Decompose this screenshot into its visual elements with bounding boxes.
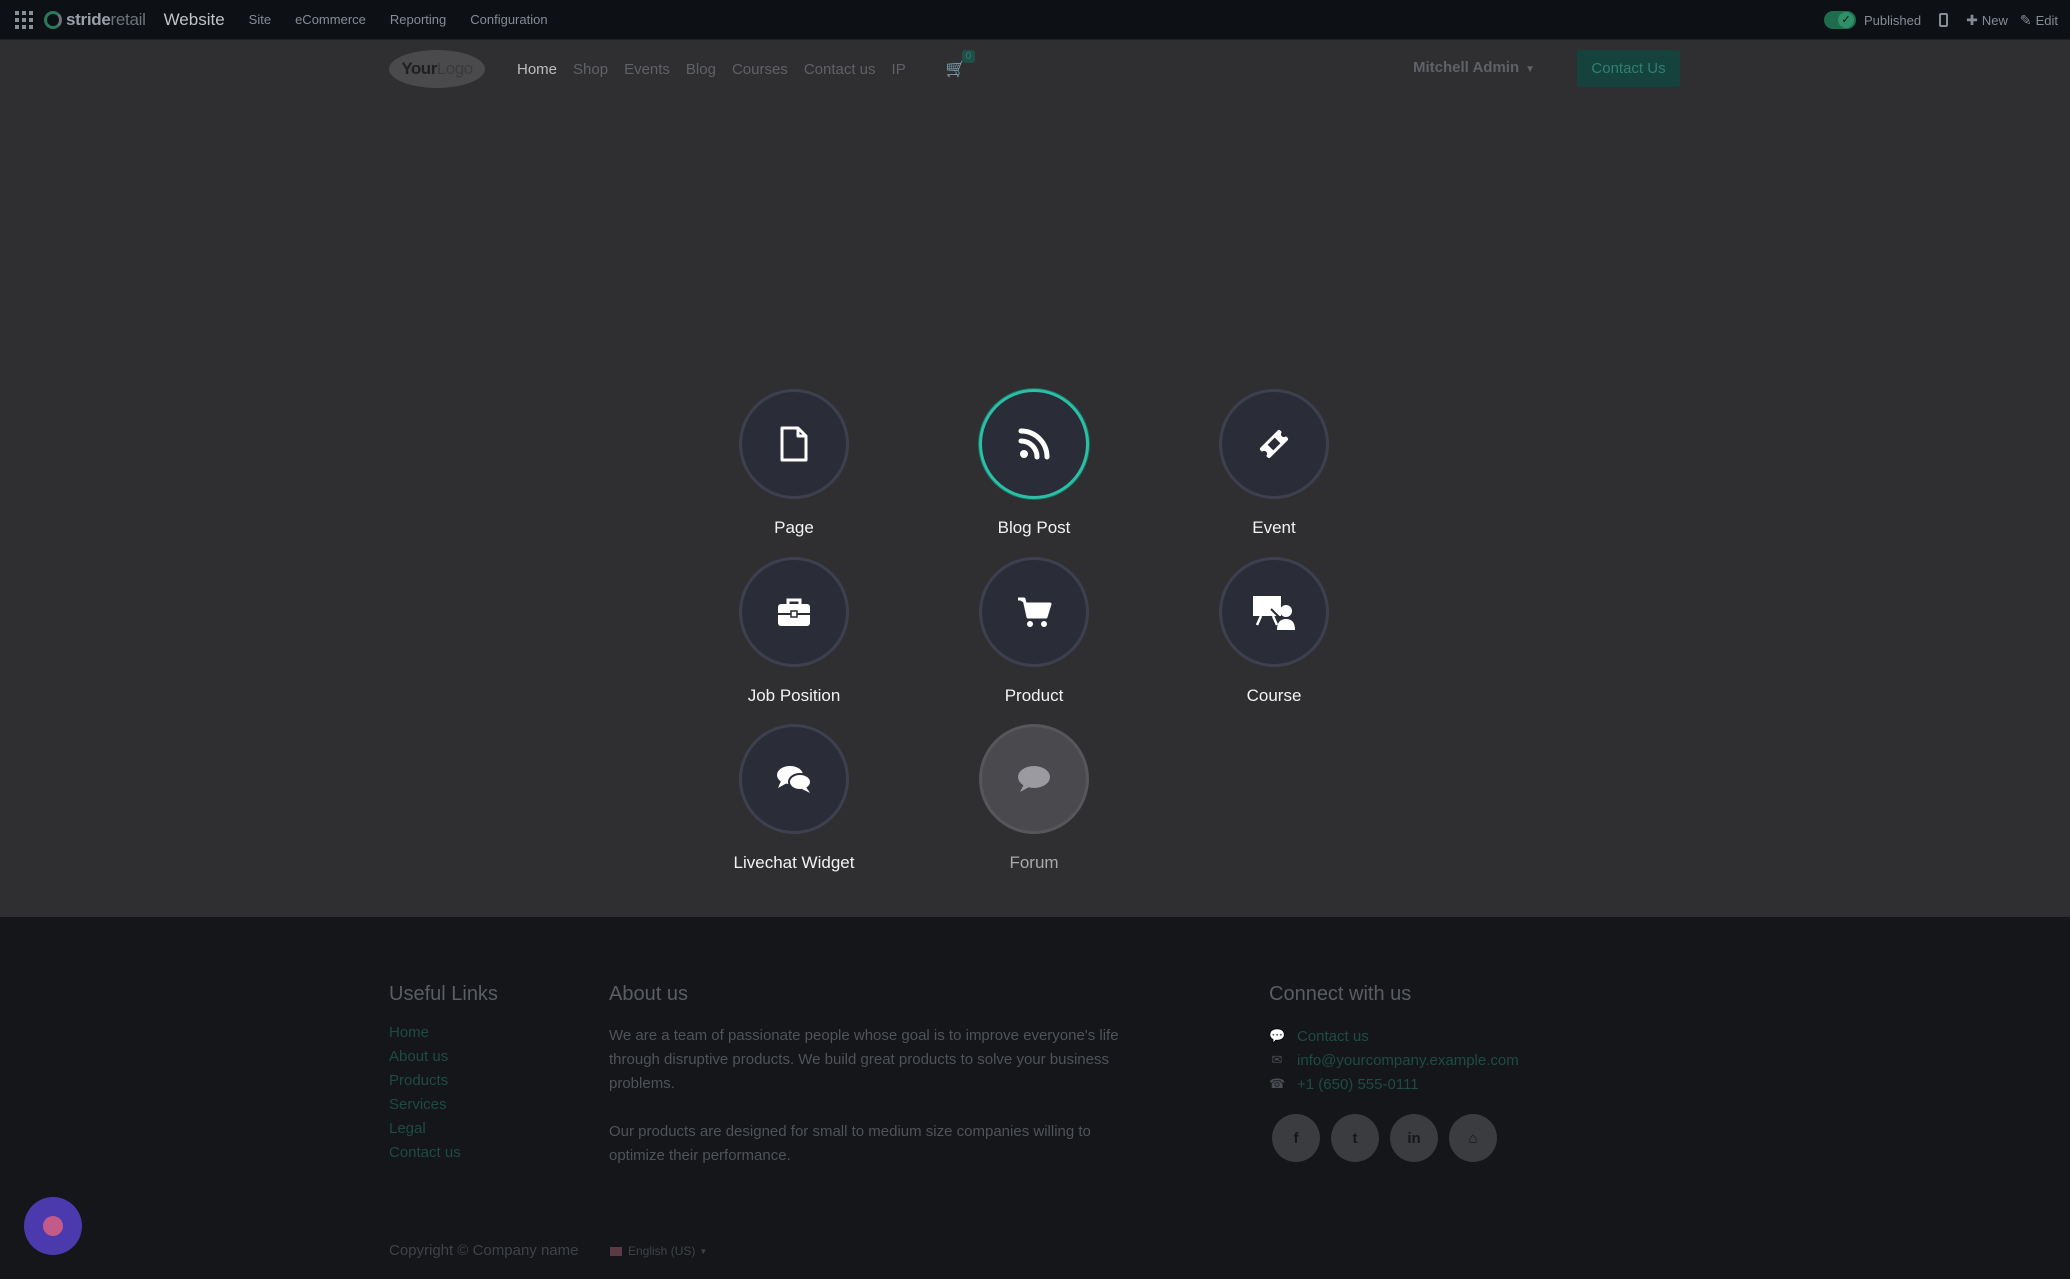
briefcase-icon bbox=[778, 598, 810, 626]
about-us-column: About us We are a team of passionate peo… bbox=[609, 983, 1137, 1192]
nav-ip[interactable]: IP bbox=[892, 61, 906, 78]
nav-home[interactable]: Home bbox=[517, 61, 557, 78]
top-right-actions: Published ✚ New ✎ Edit bbox=[1824, 0, 2070, 40]
footer-link-legal[interactable]: Legal bbox=[389, 1120, 498, 1144]
top-menu-ecommerce[interactable]: eCommerce bbox=[295, 12, 366, 27]
site-header: Your Logo Home Shop Events Blog Courses C… bbox=[0, 40, 2070, 98]
site-footer: Useful Links Home About us Products Serv… bbox=[0, 917, 2070, 1279]
nav-courses[interactable]: Courses bbox=[732, 61, 788, 78]
published-toggle[interactable] bbox=[1824, 11, 1856, 29]
header-contact-button[interactable]: Contact Us bbox=[1577, 50, 1680, 87]
footer-link-contact-us[interactable]: Contact us bbox=[389, 1144, 498, 1168]
comment-icon bbox=[1018, 766, 1050, 792]
option-label: Forum bbox=[1009, 853, 1059, 872]
about-paragraph-1: We are a team of passionate people whose… bbox=[609, 1027, 1119, 1092]
facebook-icon[interactable]: f bbox=[1272, 1114, 1320, 1162]
cart-icon bbox=[1018, 597, 1052, 627]
mobile-preview-icon[interactable] bbox=[1939, 13, 1949, 27]
copyright-text: Copyright © Company name bbox=[389, 1242, 579, 1259]
cart-count-badge: 0 bbox=[961, 50, 976, 63]
contact-row[interactable]: 💬 Contact us bbox=[1269, 1024, 1519, 1048]
published-label: Published bbox=[1864, 12, 1922, 28]
cart-link[interactable]: 🛒 0 bbox=[945, 50, 976, 79]
footer-link-products[interactable]: Products bbox=[389, 1072, 498, 1096]
top-menu-reporting[interactable]: Reporting bbox=[390, 12, 446, 27]
module-title[interactable]: Website bbox=[164, 10, 225, 30]
option-event[interactable]: Event bbox=[1174, 389, 1374, 538]
twitter-icon[interactable]: t bbox=[1331, 1114, 1379, 1162]
nav-blog[interactable]: Blog bbox=[686, 61, 716, 78]
footer-link-home[interactable]: Home bbox=[389, 1024, 498, 1048]
nav-contact-us[interactable]: Contact us bbox=[804, 61, 876, 78]
flag-icon bbox=[610, 1246, 622, 1256]
rss-icon bbox=[1018, 428, 1050, 460]
option-blog-post[interactable]: Blog Post bbox=[934, 389, 1134, 538]
footer-link-services[interactable]: Services bbox=[389, 1096, 498, 1120]
option-label: Event bbox=[1252, 518, 1296, 537]
brand-mark-icon bbox=[44, 10, 62, 29]
ticket-icon bbox=[1259, 429, 1289, 459]
useful-links-title: Useful Links bbox=[389, 983, 498, 1005]
top-menu: Site eCommerce Reporting Configuration bbox=[237, 12, 560, 27]
comment-icon: 💬 bbox=[1269, 1028, 1286, 1043]
plus-icon: ✚ bbox=[1966, 11, 1978, 28]
connect-title: Connect with us bbox=[1269, 983, 1412, 1005]
phone-icon: ☎ bbox=[1269, 1076, 1286, 1091]
footer-link-about-us[interactable]: About us bbox=[389, 1048, 498, 1072]
language-selector[interactable]: English (US) ▼ bbox=[610, 1244, 707, 1258]
top-menu-configuration[interactable]: Configuration bbox=[470, 12, 547, 27]
option-livechat-widget[interactable]: Livechat Widget bbox=[694, 724, 894, 873]
option-label: Product bbox=[1004, 686, 1064, 705]
phone-row[interactable]: ☎ +1 (650) 555-0111 bbox=[1269, 1072, 1519, 1096]
option-product[interactable]: Product bbox=[934, 557, 1134, 706]
file-icon bbox=[780, 426, 808, 462]
option-course[interactable]: Course bbox=[1174, 557, 1374, 706]
about-us-title: About us bbox=[609, 983, 688, 1005]
presentation-icon bbox=[1253, 596, 1295, 630]
new-content-dialog: Page Blog Post Event Job Position Produc… bbox=[0, 98, 2070, 917]
livechat-button[interactable] bbox=[24, 1197, 82, 1255]
option-forum[interactable]: Forum bbox=[934, 724, 1134, 873]
nav-shop[interactable]: Shop bbox=[573, 61, 608, 78]
edit-button[interactable]: ✎ Edit bbox=[2020, 12, 2058, 29]
option-label: Livechat Widget bbox=[733, 853, 855, 872]
about-paragraph-2: Our products are designed for small to m… bbox=[609, 1123, 1091, 1164]
caret-down-icon: ▼ bbox=[1525, 64, 1536, 75]
option-job-position[interactable]: Job Position bbox=[694, 557, 894, 706]
connect-column: Connect with us 💬 Contact us ✉ info@your… bbox=[1269, 983, 1519, 1162]
useful-links-column: Useful Links Home About us Products Serv… bbox=[389, 983, 498, 1168]
option-label: Course bbox=[1246, 686, 1302, 705]
caret-down-icon: ▼ bbox=[699, 1246, 708, 1256]
option-label: Page bbox=[774, 518, 814, 537]
social-links: f t in ⌂ bbox=[1272, 1114, 1519, 1162]
option-label: Job Position bbox=[747, 686, 841, 705]
home-icon[interactable]: ⌂ bbox=[1449, 1114, 1497, 1162]
envelope-icon: ✉ bbox=[1271, 1052, 1283, 1067]
user-menu[interactable]: Mitchell Admin ▼ bbox=[1413, 59, 1535, 76]
site-logo[interactable]: Your Logo bbox=[389, 50, 485, 88]
option-label: Blog Post bbox=[997, 518, 1071, 537]
comments-icon bbox=[777, 766, 812, 793]
admin-navbar: strideretail Website Site eCommerce Repo… bbox=[0, 0, 2070, 40]
email-row[interactable]: ✉ info@yourcompany.example.com bbox=[1269, 1048, 1519, 1072]
new-button[interactable]: ✚ New bbox=[1966, 12, 2008, 29]
linkedin-icon[interactable]: in bbox=[1390, 1114, 1438, 1162]
pencil-icon: ✎ bbox=[2019, 11, 2032, 28]
chat-dot-icon bbox=[43, 1216, 63, 1236]
main-nav: Home Shop Events Blog Courses Contact us… bbox=[517, 50, 976, 79]
cart-icon: 🛒 bbox=[945, 61, 966, 78]
option-page[interactable]: Page bbox=[694, 389, 894, 538]
brand-logo[interactable]: strideretail bbox=[44, 0, 146, 40]
nav-events[interactable]: Events bbox=[624, 61, 670, 78]
top-menu-site[interactable]: Site bbox=[249, 12, 271, 27]
apps-menu-icon[interactable] bbox=[14, 10, 34, 30]
